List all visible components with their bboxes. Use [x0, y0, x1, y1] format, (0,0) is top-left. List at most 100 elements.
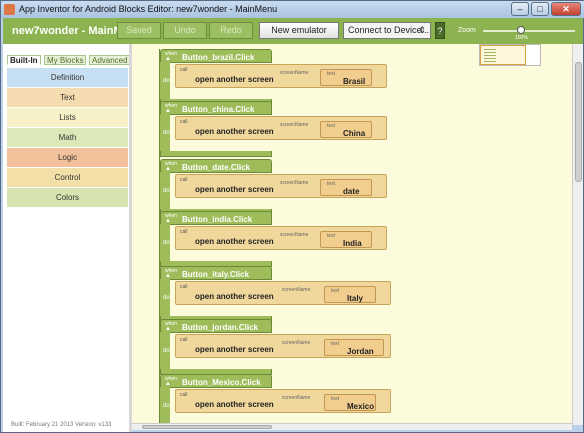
- zoom-value: 100%: [515, 35, 528, 41]
- event-footer: [160, 151, 272, 157]
- text-block[interactable]: text India: [320, 231, 372, 248]
- category-logic[interactable]: Logic: [7, 148, 128, 167]
- procedure-call-block[interactable]: call open another screen screenName text Bra…: [175, 64, 387, 88]
- call-label: call: [180, 284, 188, 290]
- event-header[interactable]: when ▲ Button_brazil.Click: [160, 49, 272, 63]
- event-body-bar: do: [160, 387, 170, 425]
- procedure-name: open another screen: [195, 400, 274, 409]
- procedure-name: open another screen: [195, 75, 274, 84]
- minimap-viewport[interactable]: [480, 45, 526, 65]
- do-label: do: [163, 188, 170, 194]
- call-label: call: [180, 67, 188, 73]
- undo-button[interactable]: Undo: [163, 22, 207, 39]
- category-definition[interactable]: Definition: [7, 68, 128, 87]
- tab-built-in[interactable]: Built-In: [7, 55, 41, 65]
- text-value: India: [343, 239, 362, 248]
- close-button[interactable]: ✕: [551, 2, 581, 16]
- maximize-button[interactable]: □: [531, 2, 549, 16]
- category-math[interactable]: Math: [7, 128, 128, 147]
- text-value: China: [343, 129, 366, 138]
- event-body-bar: do: [160, 172, 170, 212]
- event-name: Button_brazil.Click: [182, 53, 255, 62]
- event-name: Button_italy.Click: [182, 270, 249, 279]
- minimize-button[interactable]: –: [511, 2, 529, 16]
- redo-button[interactable]: Redo: [209, 22, 253, 39]
- procedure-call-block[interactable]: call open another screen screenName text Ind…: [175, 226, 387, 250]
- param-name: screenName: [282, 395, 311, 401]
- tab-advanced[interactable]: Advanced: [89, 55, 131, 65]
- blocks-editor-window: App Inventor for Android Blocks Editor: …: [0, 0, 584, 433]
- text-block[interactable]: text Brasil: [320, 69, 372, 86]
- procedure-name: open another screen: [195, 127, 274, 136]
- vertical-scrollbar[interactable]: [572, 44, 583, 425]
- horizontal-scroll-thumb[interactable]: [142, 425, 272, 429]
- call-label: call: [180, 392, 188, 398]
- param-name: screenName: [280, 122, 309, 128]
- param-name: screenName: [280, 70, 309, 76]
- category-control[interactable]: Control: [7, 168, 128, 187]
- saved-button[interactable]: Saved: [117, 22, 161, 39]
- project-title: new7wonder - MainM...: [12, 25, 132, 37]
- call-label: call: [180, 337, 188, 343]
- event-body-bar: do: [160, 224, 170, 264]
- zoom-slider-handle[interactable]: [517, 26, 525, 34]
- text-label: text: [327, 123, 336, 129]
- param-name: screenName: [280, 180, 309, 186]
- connect-device-select[interactable]: Connect to Device... ⇕: [343, 22, 431, 39]
- tab-my-blocks[interactable]: My Blocks: [44, 55, 87, 65]
- event-header[interactable]: when ▲ Button_china.Click: [160, 101, 272, 115]
- event-name: Button_india.Click: [182, 215, 253, 224]
- procedure-call-block[interactable]: call open another screen screenName text Mex…: [175, 389, 391, 413]
- event-header[interactable]: when ▲ Button_jordan.Click: [160, 319, 272, 333]
- workspace-minimap[interactable]: [479, 44, 541, 66]
- minimap-block: [484, 55, 496, 56]
- app-inventor-icon: [4, 4, 15, 15]
- text-block[interactable]: text Jordan: [324, 339, 384, 356]
- event-header[interactable]: when ▲ Button_italy.Click: [160, 266, 272, 280]
- text-label: text: [331, 341, 340, 347]
- title-bar[interactable]: App Inventor for Android Blocks Editor: …: [1, 1, 584, 18]
- blocks-workspace[interactable]: when ▲ Button_brazil.Clickdo call open anoth…: [132, 44, 581, 425]
- vertical-scroll-thumb[interactable]: [575, 62, 582, 182]
- minimap-block: [484, 61, 496, 62]
- event-header[interactable]: when ▲ Button_india.Click: [160, 211, 272, 225]
- param-name: screenName: [282, 287, 311, 293]
- minimap-block: [484, 49, 496, 50]
- horizontal-scrollbar[interactable]: [132, 423, 572, 430]
- category-text[interactable]: Text: [7, 88, 128, 107]
- zoom-slider-track[interactable]: [483, 30, 575, 32]
- chevron-updown-icon: ⇕: [418, 25, 426, 35]
- event-body-bar: do: [160, 279, 170, 319]
- new-emulator-button[interactable]: New emulator: [259, 22, 339, 39]
- call-label: call: [180, 119, 188, 125]
- param-name: screenName: [280, 232, 309, 238]
- text-label: text: [331, 396, 340, 402]
- procedure-call-block[interactable]: call open another screen screenName text Jor…: [175, 334, 391, 358]
- procedure-name: open another screen: [195, 237, 274, 246]
- text-label: text: [331, 288, 340, 294]
- event-name: Button_jordan.Click: [182, 323, 259, 332]
- call-label: call: [180, 177, 188, 183]
- event-name: Button_china.Click: [182, 105, 255, 114]
- event-header[interactable]: when ▲ Button_date.Click: [160, 159, 272, 173]
- procedure-name: open another screen: [195, 185, 274, 194]
- procedure-call-block[interactable]: call open another screen screenName text Chi…: [175, 116, 387, 140]
- text-label: text: [327, 233, 336, 239]
- text-block[interactable]: text Mexico: [324, 394, 376, 411]
- text-value: Jordan: [347, 347, 374, 356]
- procedure-call-block[interactable]: call open another screen screenName text Ita…: [175, 281, 391, 305]
- do-label: do: [163, 348, 170, 354]
- help-icon[interactable]: ?: [435, 22, 445, 39]
- block-drawer-sidebar: Built-In My Blocks Advanced Definition Te…: [3, 44, 131, 432]
- procedure-name: open another screen: [195, 345, 274, 354]
- event-header[interactable]: when ▲ Button_Mexico.Click: [160, 374, 272, 388]
- call-label: call: [180, 229, 188, 235]
- category-colors[interactable]: Colors: [7, 188, 128, 207]
- category-lists[interactable]: Lists: [7, 108, 128, 127]
- text-block[interactable]: text Italy: [324, 286, 376, 303]
- procedure-call-block[interactable]: call open another screen screenName text dat…: [175, 174, 387, 198]
- do-label: do: [163, 240, 170, 246]
- text-value: Mexico: [347, 402, 375, 411]
- text-block[interactable]: text date: [320, 179, 372, 196]
- text-block[interactable]: text China: [320, 121, 372, 138]
